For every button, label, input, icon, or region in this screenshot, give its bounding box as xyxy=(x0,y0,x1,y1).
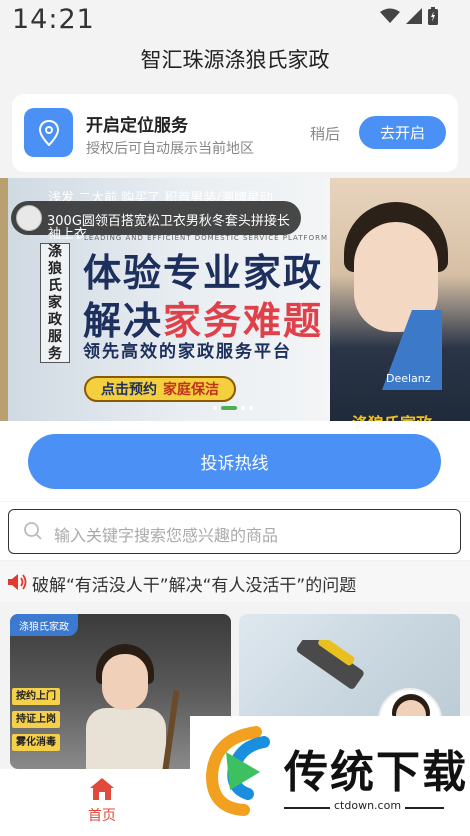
search-icon xyxy=(24,522,42,540)
status-time: 14:21 xyxy=(12,4,95,35)
later-button[interactable]: 稍后 xyxy=(310,123,340,144)
feature-label: 雾化消毒 xyxy=(12,734,60,751)
vertical-char: 家 xyxy=(48,294,62,311)
vertical-char: 涤 xyxy=(48,243,62,260)
banner-cta-button[interactable]: 点击预约 家庭保洁 xyxy=(84,376,236,402)
person-face xyxy=(102,654,148,710)
feature-label: 持证上岗 xyxy=(12,711,60,728)
buyer-avatar xyxy=(16,205,42,231)
search-input[interactable]: 输入关键字搜索您感兴趣的商品 xyxy=(8,509,461,554)
carousel-dot[interactable] xyxy=(241,406,245,410)
location-subtitle: 授权后可自动展示当前地区 xyxy=(86,141,254,157)
location-pin-icon xyxy=(38,119,59,146)
location-title: 开启定位服务 xyxy=(86,116,188,136)
signal-icon xyxy=(406,8,422,24)
carousel-dot-active[interactable] xyxy=(221,406,237,410)
complaint-hotline-button[interactable]: 投诉热线 xyxy=(28,434,441,489)
banner-headline-1: 体验专业家政 xyxy=(83,251,324,295)
vertical-char: 狼 xyxy=(48,260,62,277)
cta-label-accent: 家庭保洁 xyxy=(163,382,219,398)
card-feature-labels: 按约上门 持证上岗 雾化消毒 xyxy=(12,688,60,751)
brand-logo-text: Deelanz xyxy=(386,372,431,385)
card-brand-tag: 涤狼氏家政 xyxy=(10,614,78,636)
speaker-icon xyxy=(8,574,27,590)
cta-label: 点击预约 xyxy=(101,382,157,398)
status-bar: 14:21 xyxy=(0,0,470,40)
search-placeholder: 输入关键字搜索您感兴趣的商品 xyxy=(54,526,279,545)
watermark-domain: ctdown.com xyxy=(330,799,406,812)
home-icon xyxy=(90,778,114,800)
watermark-overlay: 传统下载 ctdown.com xyxy=(190,716,470,836)
card-person-image xyxy=(86,644,166,769)
carousel-dot[interactable] xyxy=(249,406,253,410)
announcement-bar[interactable]: 破解“有活没人干”解决“有人没活干”的问题 xyxy=(0,562,470,602)
squeegee-image xyxy=(296,640,364,689)
watermark-logo-icon xyxy=(205,726,270,816)
purchase-notice-line: 袖上衣 xyxy=(48,227,88,242)
location-permission-card: 开启定位服务 授权后可自动展示当前地区 稍后 去开启 xyxy=(12,94,458,172)
battery-icon xyxy=(428,7,438,25)
status-icons xyxy=(380,7,438,25)
vertical-char: 政 xyxy=(48,311,62,328)
banner-subline: 领先高效的家政服务平台 xyxy=(83,342,292,362)
feature-label: 按约上门 xyxy=(12,688,60,705)
carousel-indicator xyxy=(213,406,253,410)
banner-vertical-label: 涤 狼 氏 家 政 服 务 xyxy=(40,243,70,363)
watermark-title: 传统下载 xyxy=(284,747,468,798)
person-body xyxy=(86,708,166,769)
enable-location-button[interactable]: 去开启 xyxy=(359,116,446,149)
location-icon-box xyxy=(24,108,73,157)
vertical-char: 务 xyxy=(48,345,62,362)
banner-brand-text: 涤狼氏家政 xyxy=(352,410,432,421)
vertical-char: 氏 xyxy=(48,277,62,294)
announcement-text: 破解“有活没人干”解决“有人没活干”的问题 xyxy=(32,576,357,596)
carousel-dot[interactable] xyxy=(213,406,217,410)
banner-left-image xyxy=(0,178,8,421)
page-title: 智汇珠源涤狼氏家政 xyxy=(140,48,330,72)
wifi-icon xyxy=(380,8,400,23)
vertical-char: 服 xyxy=(48,328,62,345)
nav-home-tab[interactable]: 首页 xyxy=(72,777,132,825)
nav-home-label: 首页 xyxy=(88,808,116,824)
banner-english-tagline: LEADING AND EFFICIENT DOMESTIC SERVICE P… xyxy=(84,234,328,242)
